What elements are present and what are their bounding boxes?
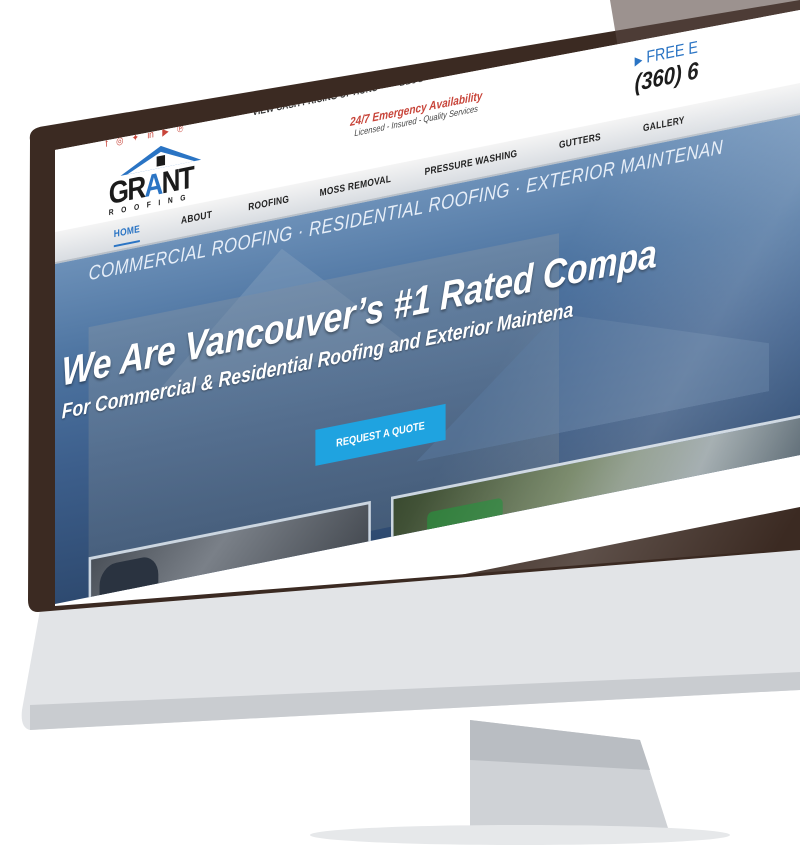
- nav-roofing[interactable]: ROOFING: [248, 194, 289, 213]
- free-estimate-box[interactable]: ▶ FREE E (360) 6: [635, 37, 699, 98]
- monitor-base: [310, 825, 730, 845]
- play-icon: ▶: [634, 52, 643, 69]
- nav-gallery[interactable]: GALLERY: [643, 115, 685, 134]
- nav-home[interactable]: HOME: [113, 223, 141, 248]
- nav-about[interactable]: ABOUT: [181, 210, 212, 227]
- roofer-figure: [99, 554, 159, 605]
- drill-figure: [427, 497, 503, 543]
- nav-gutters[interactable]: GUTTERS: [559, 132, 601, 151]
- nav-moss-removal[interactable]: MOSS REMOVAL: [320, 174, 391, 199]
